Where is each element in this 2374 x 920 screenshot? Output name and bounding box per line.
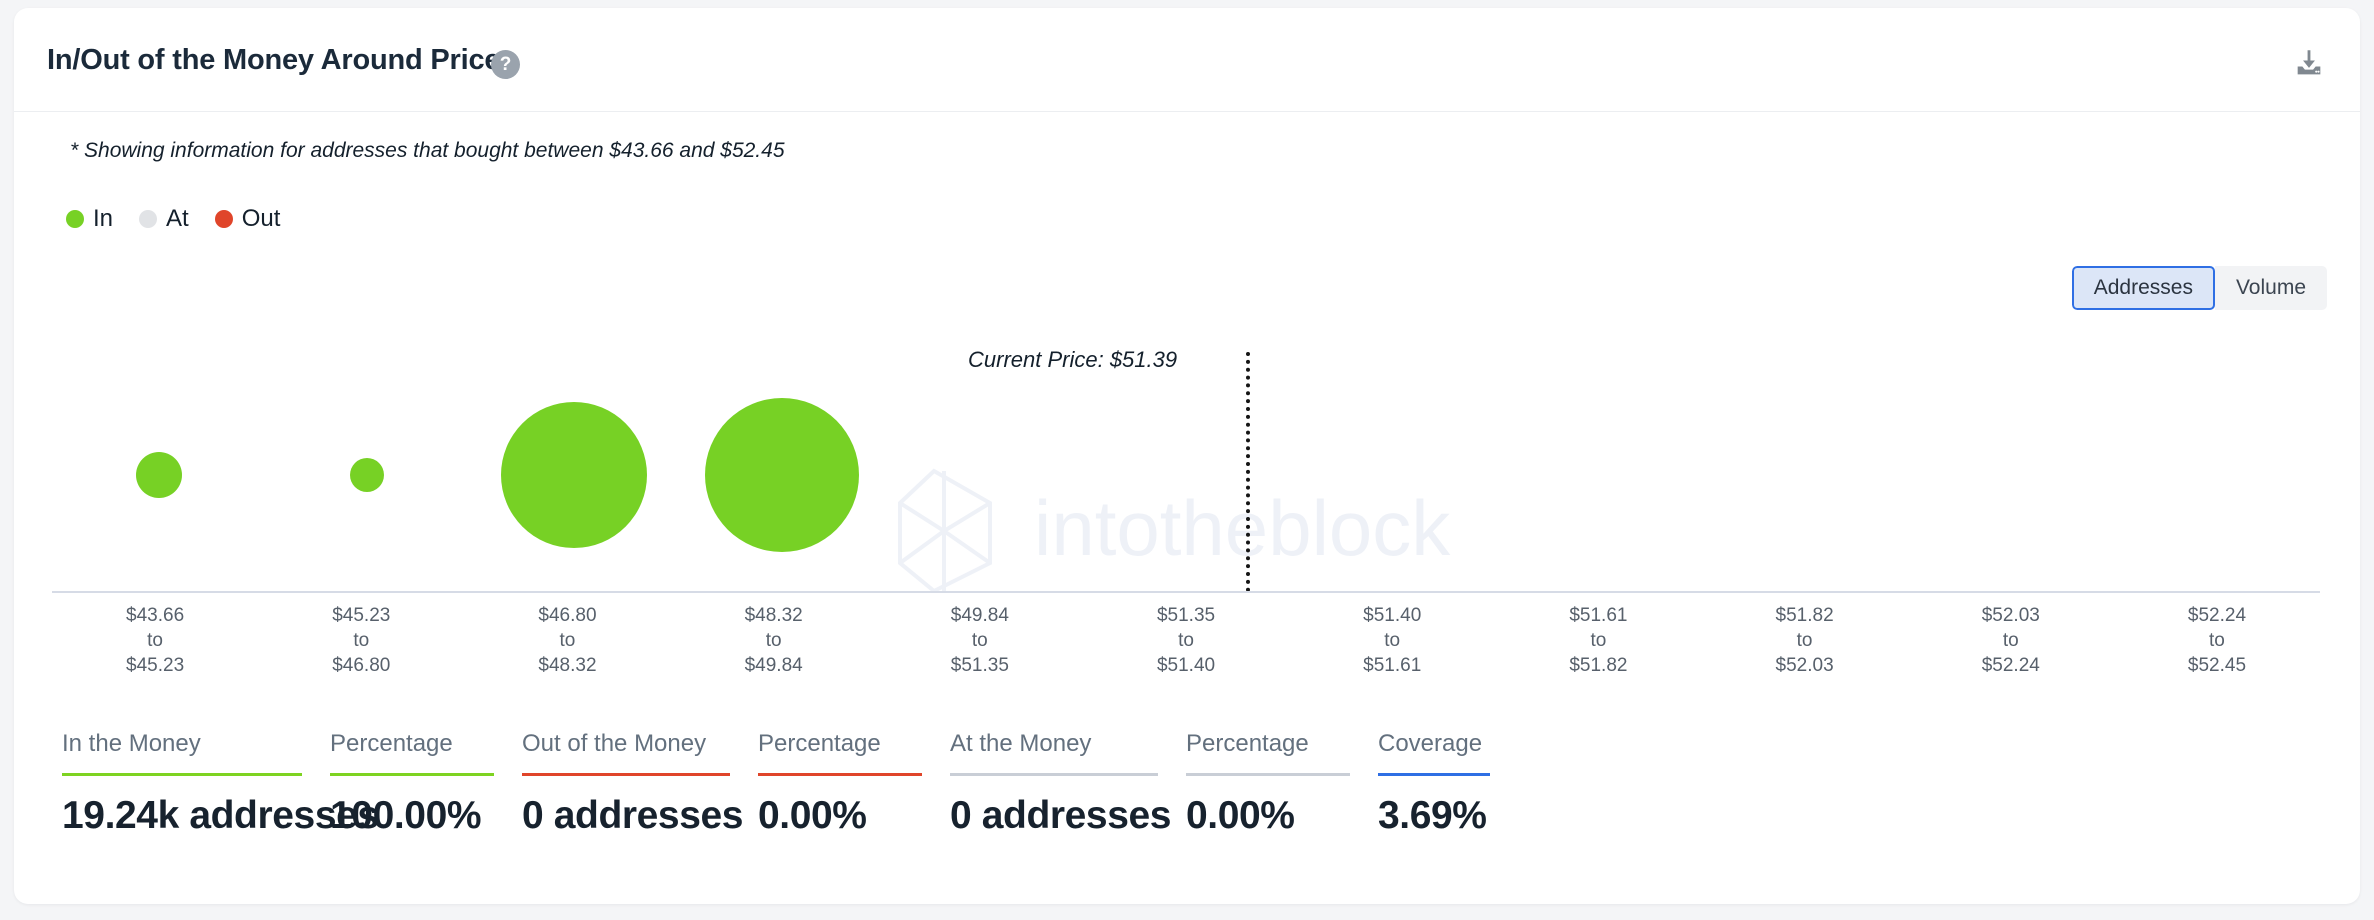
x-tick-10: $52.24 to $52.45 xyxy=(2114,603,2320,678)
x-tick-2-sep: to xyxy=(559,630,576,651)
current-price-annotation: Current Price: $51.39 xyxy=(968,347,1178,372)
x-tick-8-to: $52.03 xyxy=(1775,655,1834,676)
x-tick-8-from: $51.82 xyxy=(1775,605,1834,626)
stat-coverage-label: Coverage xyxy=(1378,730,1483,757)
x-tick-7: $51.61 to $51.82 xyxy=(1495,603,1701,678)
x-tick-3: $48.32 to $49.84 xyxy=(671,603,877,678)
svg-text:intotheblock: intotheblock xyxy=(1034,484,1451,572)
x-tick-2: $46.80 to $48.32 xyxy=(464,603,670,678)
metric-toggle-group: Addresses Volume xyxy=(2071,266,2327,310)
x-tick-9-from: $52.03 xyxy=(1981,605,2040,626)
in-out-of-money-card: In/Out of the Money Around Price ? * Sho… xyxy=(14,8,2360,904)
bubble-in-2[interactable] xyxy=(501,402,647,548)
stat-in-the-money: In the Money 19.24k addresses xyxy=(62,730,379,838)
page-title: In/Out of the Money Around Price xyxy=(47,44,501,76)
tab-volume[interactable]: Volume xyxy=(2214,266,2327,310)
x-tick-4-from: $49.84 xyxy=(950,605,1009,626)
x-tick-5: $51.35 to $51.40 xyxy=(1083,603,1289,678)
stat-at-percentage: Percentage 0.00% xyxy=(1186,730,1350,838)
help-icon[interactable]: ? xyxy=(491,50,520,79)
x-tick-6: $51.40 to $51.61 xyxy=(1289,603,1495,678)
x-tick-4-sep: to xyxy=(971,630,988,651)
x-tick-4-to: $51.35 xyxy=(950,655,1009,676)
x-tick-3-to: $49.84 xyxy=(744,655,803,676)
stat-out-of-the-money-label: Out of the Money xyxy=(522,730,707,757)
x-tick-2-to: $48.32 xyxy=(538,655,597,676)
x-tick-4: $49.84 to $51.35 xyxy=(877,603,1083,678)
x-tick-9-to: $52.24 xyxy=(1981,655,2040,676)
tab-addresses[interactable]: Addresses xyxy=(2071,266,2215,310)
legend-dot-at-icon xyxy=(139,210,158,228)
x-tick-7-to: $51.82 xyxy=(1569,655,1628,676)
info-note: * Showing information for addresses that… xyxy=(70,139,785,162)
x-tick-0-from: $43.66 xyxy=(126,605,185,626)
screen-root: In/Out of the Money Around Price ? * Sho… xyxy=(0,0,2374,920)
current-price-line xyxy=(1246,352,1250,592)
legend-item-in[interactable]: In xyxy=(66,205,113,233)
stat-coverage-value: 3.69% xyxy=(1378,794,1487,837)
stat-in-percentage-value: 100.00% xyxy=(330,794,482,837)
stat-in-the-money-label: In the Money xyxy=(62,730,201,757)
x-tick-3-from: $48.32 xyxy=(744,605,803,626)
x-tick-1-sep: to xyxy=(353,630,370,651)
legend-label-at: At xyxy=(166,205,189,232)
legend-item-at[interactable]: At xyxy=(139,205,189,233)
stat-out-of-the-money: Out of the Money 0 addresses xyxy=(522,730,744,838)
stat-in-percentage: Percentage 100.00% xyxy=(330,730,494,838)
x-tick-7-from: $51.61 xyxy=(1569,605,1628,626)
x-tick-10-sep: to xyxy=(2209,630,2225,651)
stat-at-the-money: At the Money 0 addresses xyxy=(950,730,1172,838)
x-tick-1: $45.23 to $46.80 xyxy=(258,603,464,678)
x-tick-5-from: $51.35 xyxy=(1156,605,1216,626)
stat-out-percentage-value: 0.00% xyxy=(758,794,867,837)
x-tick-0-sep: to xyxy=(147,630,164,651)
bubble-in-1[interactable] xyxy=(350,458,384,492)
x-tick-3-sep: to xyxy=(765,630,782,651)
intotheblock-watermark-icon: intotheblock xyxy=(894,463,1494,594)
x-tick-2-from: $46.80 xyxy=(538,605,597,626)
stat-in-the-money-value: 19.24k addresses xyxy=(62,794,379,837)
x-tick-8-sep: to xyxy=(1796,630,1813,651)
x-tick-6-from: $51.40 xyxy=(1363,605,1422,626)
stat-at-percentage-label: Percentage xyxy=(1186,730,1309,757)
stat-in-percentage-label: Percentage xyxy=(330,730,453,757)
x-tick-6-to: $51.61 xyxy=(1363,655,1422,676)
x-tick-6-sep: to xyxy=(1384,630,1401,651)
legend-label-out: Out xyxy=(241,205,281,232)
x-tick-10-to: $52.45 xyxy=(2187,655,2247,676)
x-tick-5-sep: to xyxy=(1178,630,1194,651)
bubble-in-0[interactable] xyxy=(136,452,182,498)
card-header: In/Out of the Money Around Price ? xyxy=(14,8,2360,112)
stat-out-percentage-label: Percentage xyxy=(758,730,881,757)
x-axis-line xyxy=(52,591,2320,593)
stat-coverage: Coverage 3.69% xyxy=(1378,730,1490,838)
x-tick-9-sep: to xyxy=(2002,630,2019,651)
x-tick-1-from: $45.23 xyxy=(332,605,391,626)
x-tick-0-to: $45.23 xyxy=(126,655,185,676)
x-tick-10-from: $52.24 xyxy=(2187,605,2247,626)
legend-item-out[interactable]: Out xyxy=(214,205,281,233)
legend-dot-in-icon xyxy=(66,210,84,228)
stat-out-of-the-money-value: 0 addresses xyxy=(522,794,744,837)
stat-at-the-money-value: 0 addresses xyxy=(950,794,1172,837)
summary-stats: In the Money 19.24k addresses Percentage… xyxy=(62,730,1490,838)
x-tick-0: $43.66 to $45.23 xyxy=(52,603,258,678)
bubble-in-3[interactable] xyxy=(705,398,859,552)
x-tick-9: $52.03 to $52.24 xyxy=(1908,603,2114,678)
legend-label-in: In xyxy=(93,205,114,232)
x-tick-1-to: $46.80 xyxy=(332,655,391,676)
legend-dot-out-icon xyxy=(214,210,233,228)
download-icon[interactable] xyxy=(2288,42,2330,84)
x-tick-7-sep: to xyxy=(1590,630,1607,651)
x-tick-8: $51.82 to $52.03 xyxy=(1702,603,1908,678)
stat-out-percentage: Percentage 0.00% xyxy=(758,730,922,838)
stat-at-percentage-value: 0.00% xyxy=(1186,794,1295,837)
stat-at-the-money-label: At the Money xyxy=(950,730,1092,757)
x-axis-labels: $43.66 to $45.23 $45.23 to $46.80 $46.80… xyxy=(52,603,2320,678)
x-tick-5-to: $51.40 xyxy=(1156,655,1216,676)
chart-legend: In At Out xyxy=(66,205,306,233)
